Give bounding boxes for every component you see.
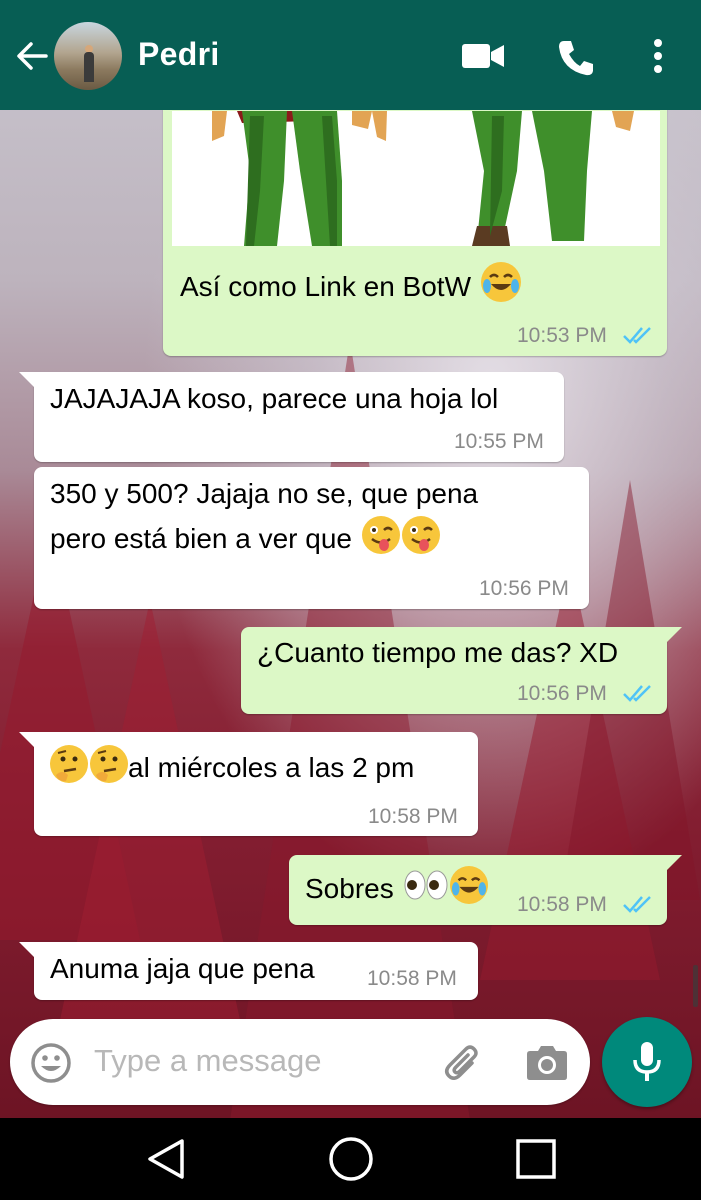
message-text: JAJAJAJA koso, parece una hoja lol bbox=[50, 383, 499, 414]
video-call-icon[interactable] bbox=[462, 42, 504, 70]
message-time: 10:56 PM bbox=[479, 577, 569, 600]
bubble-tail bbox=[666, 855, 682, 871]
mic-button[interactable] bbox=[602, 1017, 692, 1107]
scrollbar-thumb[interactable] bbox=[693, 965, 698, 1007]
camera-icon[interactable] bbox=[526, 1043, 568, 1081]
chat-header: Pedri bbox=[0, 0, 701, 110]
avatar[interactable] bbox=[54, 22, 122, 90]
bubble-tail bbox=[666, 627, 682, 643]
character-legs-image bbox=[212, 111, 634, 246]
message-input-placeholder[interactable]: Type a message bbox=[94, 1043, 321, 1079]
tears-of-joy-emoji bbox=[480, 262, 521, 302]
thinking-emoji bbox=[90, 745, 128, 783]
avatar-person-body bbox=[84, 52, 94, 82]
message-text: al miércoles a las 2 pm bbox=[50, 745, 414, 790]
read-ticks-icon bbox=[623, 327, 651, 344]
bubble-tail bbox=[19, 942, 35, 958]
nav-recents-icon[interactable] bbox=[515, 1138, 557, 1180]
bubble-tail bbox=[19, 732, 35, 748]
nav-home-icon[interactable] bbox=[328, 1136, 374, 1182]
message-text: Anuma jaja que pena bbox=[50, 953, 315, 984]
attach-icon[interactable] bbox=[442, 1041, 484, 1083]
message-time: 10:58 PM bbox=[368, 805, 458, 828]
message-text: pero está bien a ver que bbox=[50, 516, 440, 561]
message-text: Así como Link en BotW bbox=[180, 262, 521, 309]
eyes-emoji bbox=[404, 866, 448, 904]
read-ticks-icon bbox=[623, 896, 651, 913]
message-time: 10:53 PM bbox=[517, 324, 607, 347]
message-composer[interactable]: Type a message bbox=[10, 1019, 590, 1105]
read-ticks-icon bbox=[623, 685, 651, 702]
more-vert-icon[interactable] bbox=[651, 38, 665, 74]
bubble-tail bbox=[19, 372, 35, 388]
message-text: Sobres bbox=[305, 866, 488, 911]
contact-name[interactable]: Pedri bbox=[138, 36, 220, 73]
nav-back-icon[interactable] bbox=[146, 1138, 186, 1180]
tears-of-joy-emoji bbox=[449, 866, 488, 904]
message-time: 10:58 PM bbox=[517, 893, 607, 916]
message-time: 10:55 PM bbox=[454, 430, 544, 453]
emoji-icon[interactable] bbox=[30, 1042, 72, 1084]
image-attachment[interactable] bbox=[172, 111, 660, 246]
message-time: 10:56 PM bbox=[517, 682, 607, 705]
phone-icon[interactable] bbox=[556, 38, 596, 78]
back-arrow-icon[interactable] bbox=[14, 38, 50, 74]
winking-tongue-emoji bbox=[361, 516, 400, 554]
winking-tongue-emoji bbox=[401, 516, 440, 554]
message-text: ¿Cuanto tiempo me das? XD bbox=[257, 637, 619, 668]
message-text: 350 y 500? Jajaja no se, que pena bbox=[50, 478, 479, 509]
mic-icon bbox=[633, 1042, 661, 1081]
system-nav-bar bbox=[0, 1118, 701, 1200]
thinking-emoji bbox=[50, 745, 88, 783]
message-time: 10:58 PM bbox=[367, 967, 457, 990]
